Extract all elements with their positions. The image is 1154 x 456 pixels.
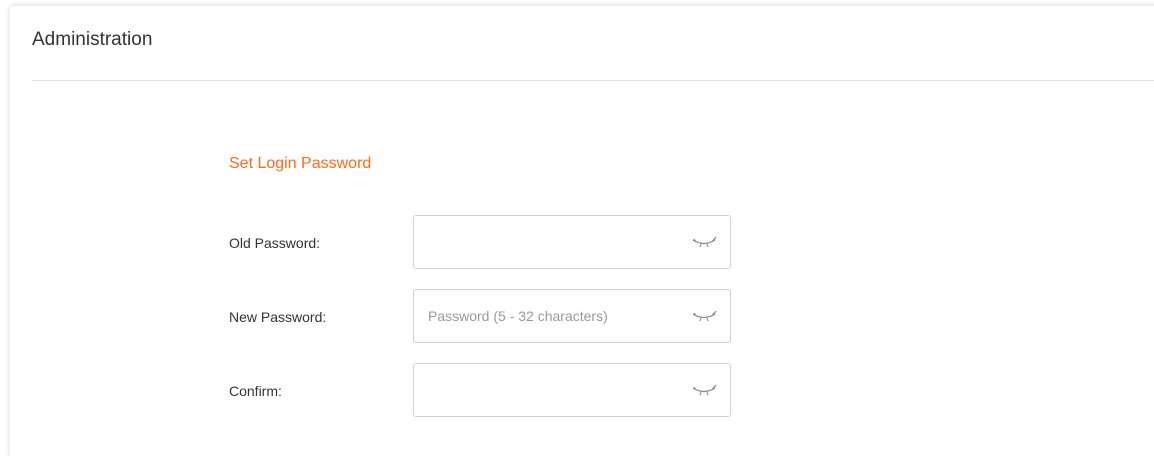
old-password-label: Old Password: (229, 235, 321, 251)
eye-closed-icon[interactable] (690, 383, 718, 397)
confirm-row: Confirm: (229, 363, 749, 419)
new-password-row: New Password: (229, 289, 749, 345)
confirm-label: Confirm: (229, 383, 282, 399)
administration-panel: Administration Set Login Password Old Pa… (10, 6, 1154, 456)
old-password-input[interactable] (414, 216, 684, 268)
new-password-input[interactable] (414, 290, 684, 342)
new-password-field (413, 289, 731, 343)
new-password-label: New Password: (229, 309, 327, 325)
page-title: Administration (32, 29, 153, 50)
title-divider (32, 80, 1154, 81)
old-password-field (413, 215, 731, 269)
eye-closed-icon[interactable] (690, 235, 718, 249)
confirm-input[interactable] (414, 364, 684, 416)
confirm-field (413, 363, 731, 417)
old-password-row: Old Password: (229, 215, 749, 271)
section-title: Set Login Password (229, 155, 372, 172)
eye-closed-icon[interactable] (690, 309, 718, 323)
